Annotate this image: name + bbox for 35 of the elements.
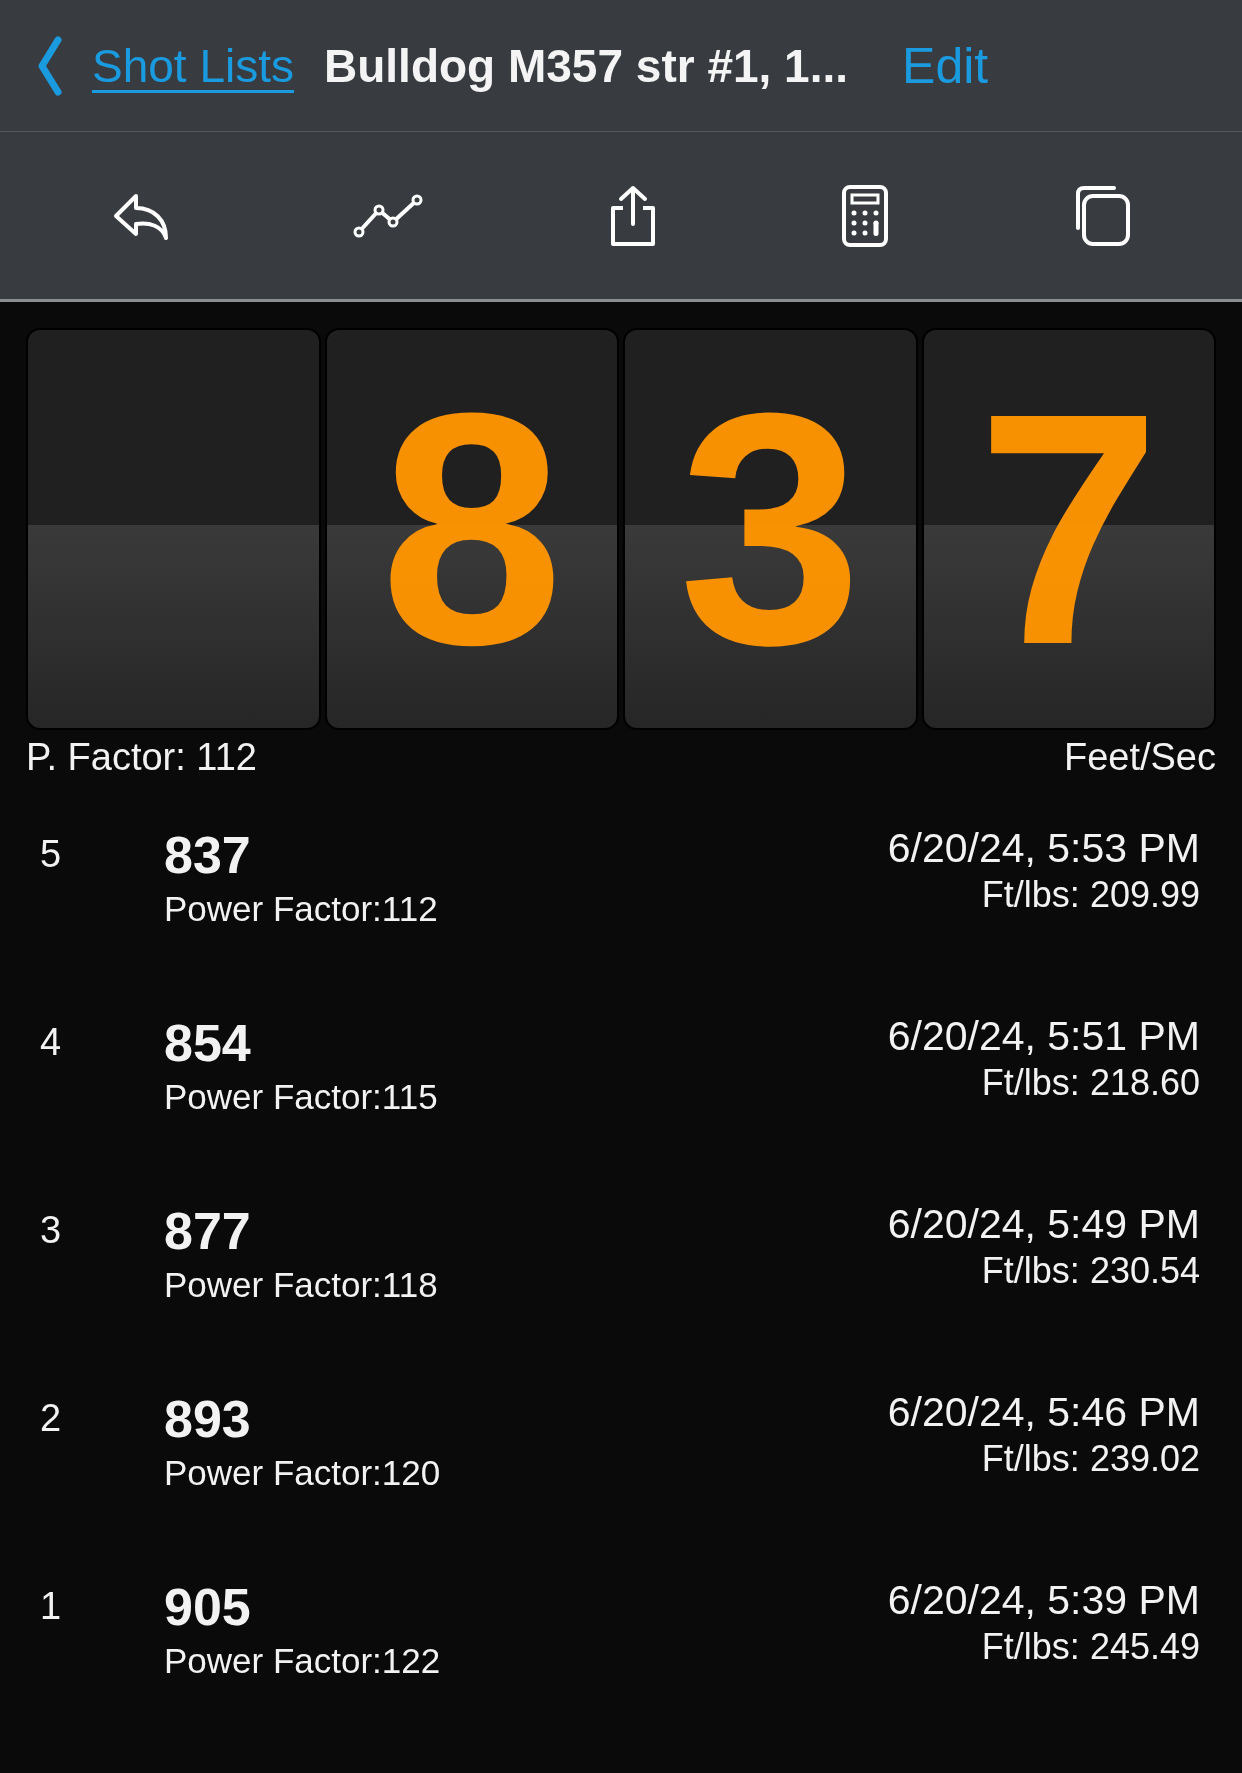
shot-power-factor: Power Factor:120: [164, 1453, 442, 1493]
edit-button[interactable]: Edit: [902, 36, 989, 95]
shot-time: 6/20/24, 5:46 PM: [887, 1389, 1200, 1436]
chevron-left-icon: [38, 35, 62, 96]
shot-energy: Ft/lbs: 230.54: [981, 1250, 1200, 1292]
shot-energy: Ft/lbs: 218.60: [981, 1062, 1200, 1104]
shot-power-factor: Power Factor:112: [164, 889, 439, 929]
shot-time: 6/20/24, 5:53 PM: [887, 825, 1200, 872]
shot-velocity: 905: [164, 1577, 252, 1637]
shot-time: 6/20/24, 5:39 PM: [887, 1577, 1200, 1624]
velocity-digit: 3: [678, 364, 862, 694]
shot-energy: Ft/lbs: 245.49: [981, 1626, 1200, 1668]
shot-number: 1: [40, 1584, 63, 1628]
shot-velocity: 877: [164, 1201, 252, 1261]
shot-number: 3: [40, 1208, 63, 1252]
shot-energy: Ft/lbs: 209.99: [981, 874, 1200, 916]
shot-number: 4: [40, 1020, 63, 1064]
shot-time: 6/20/24, 5:49 PM: [887, 1201, 1200, 1248]
shot-energy: Ft/lbs: 239.02: [981, 1438, 1200, 1480]
shot-power-factor: Power Factor:115: [164, 1077, 439, 1117]
shot-velocity: 854: [164, 1013, 252, 1073]
shot-time: 6/20/24, 5:51 PM: [887, 1013, 1200, 1060]
shot-number: 5: [40, 832, 63, 876]
shot-velocity: 893: [164, 1389, 252, 1449]
power-factor-label: P. Factor: 112: [26, 736, 257, 779]
shot-power-factor: Power Factor:118: [164, 1265, 439, 1305]
back-button[interactable]: Shot Lists: [38, 35, 294, 96]
shot-number: 2: [40, 1396, 63, 1440]
shot-velocity: 837: [164, 825, 252, 885]
calculator-icon[interactable]: [840, 183, 889, 248]
shot-power-factor: Power Factor:122: [164, 1641, 442, 1681]
nav-title: Bulldog M357 str #1, 1...: [324, 38, 849, 93]
velocity-digit: 7: [977, 364, 1161, 694]
velocity-digit: 8: [380, 364, 564, 694]
unit-label: Feet/Sec: [1063, 736, 1216, 779]
